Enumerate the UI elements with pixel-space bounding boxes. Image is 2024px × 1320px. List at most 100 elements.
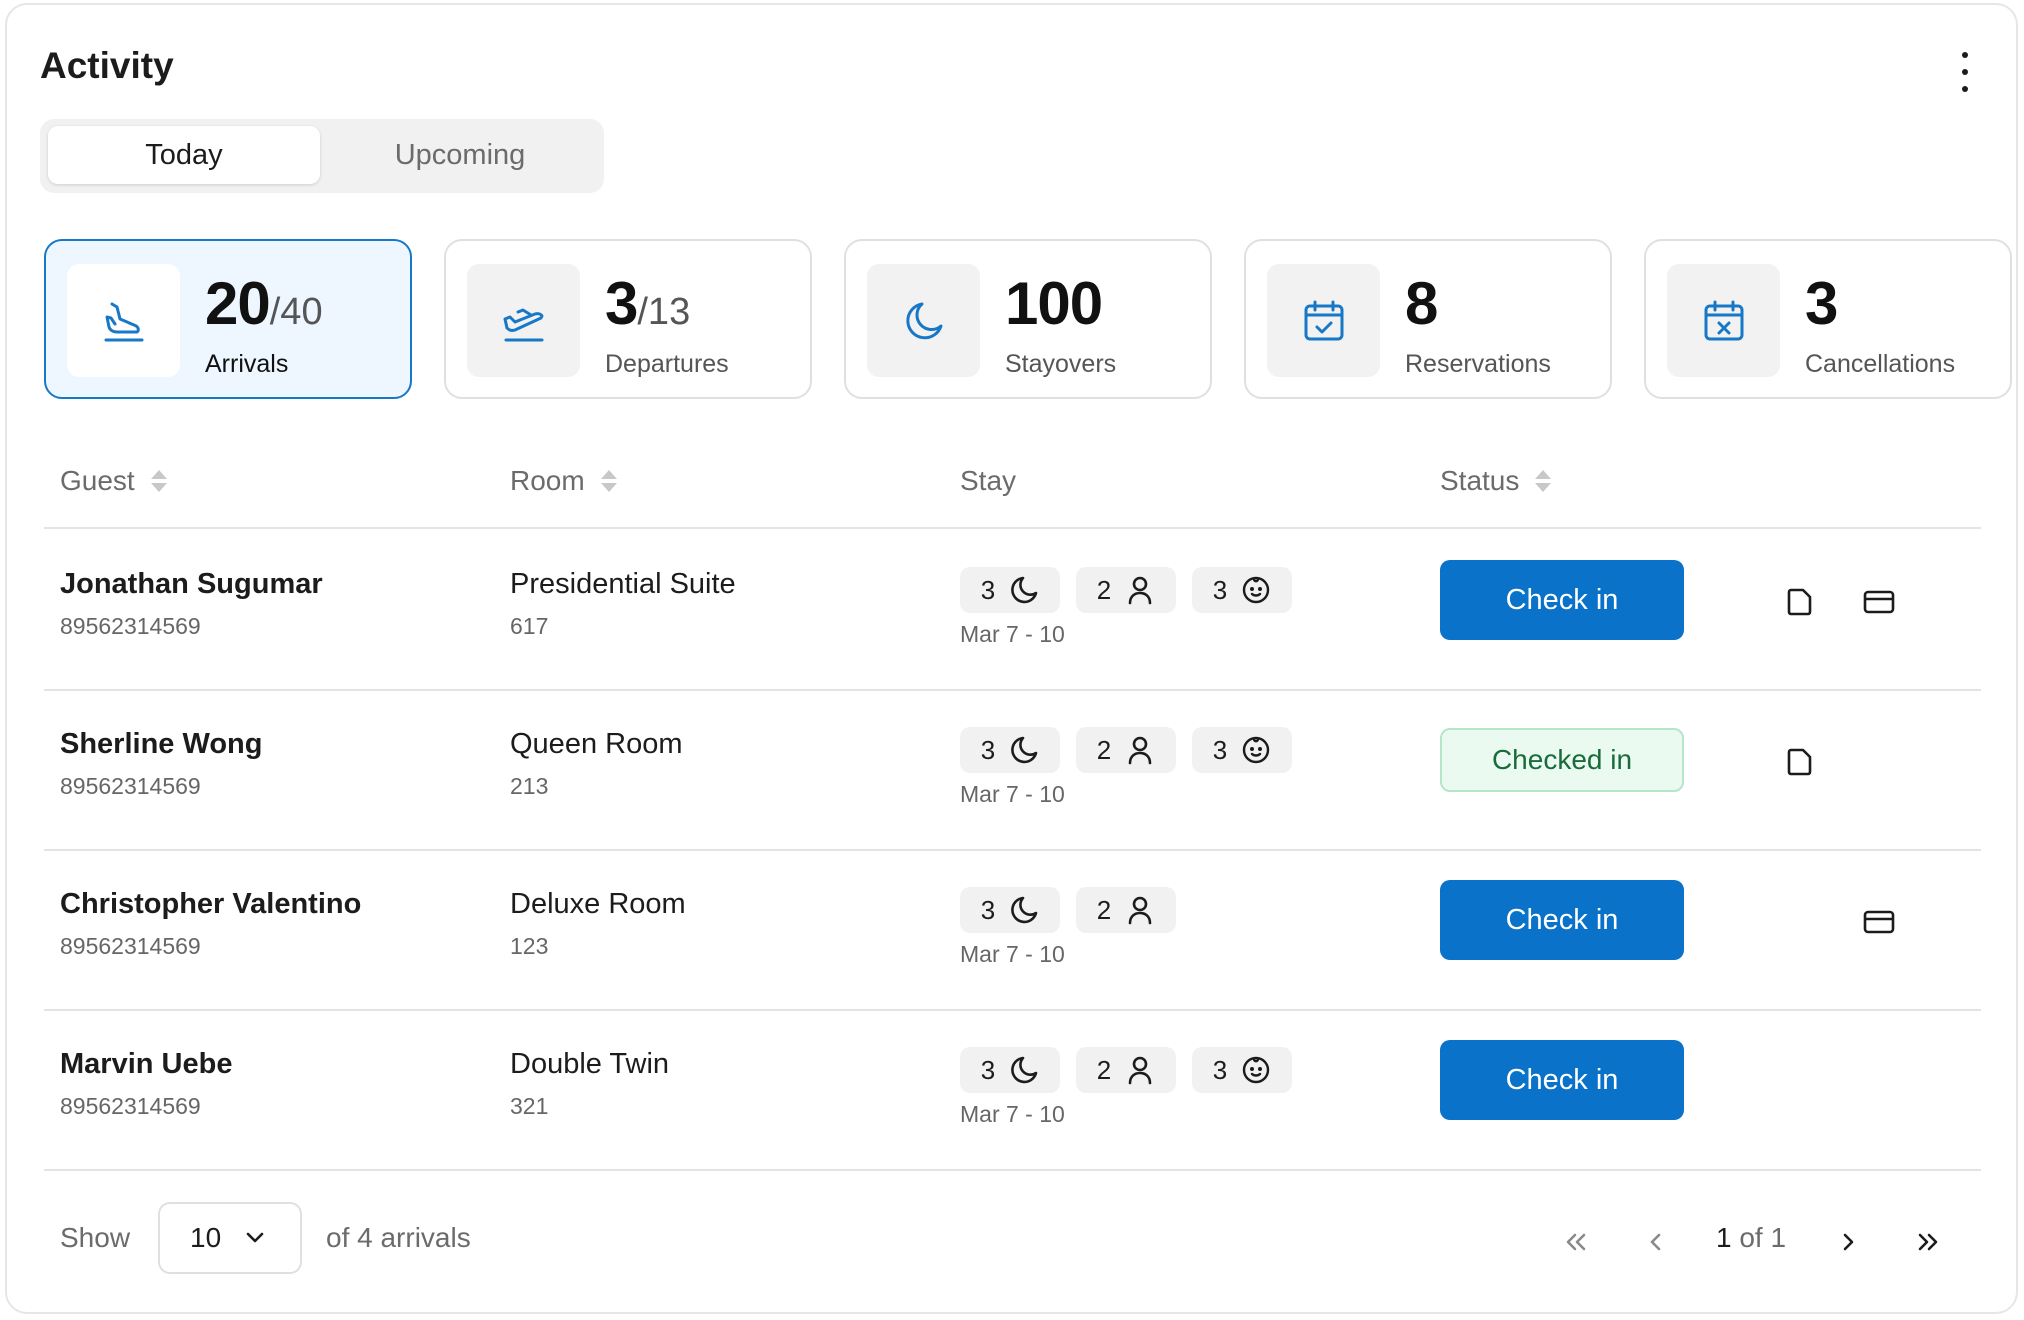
nights-chip: 3 <box>960 1047 1060 1093</box>
room-number: 213 <box>510 773 549 799</box>
stat-value: 8 <box>1405 270 1438 337</box>
stat-card-cancellations[interactable]: 3 Cancellations <box>1644 239 2012 399</box>
page-size-select[interactable]: 10 <box>158 1202 302 1274</box>
checked-in-badge: Checked in <box>1440 728 1684 792</box>
stat-card-departures[interactable]: 3/13 Departures <box>444 239 812 399</box>
check-in-button[interactable]: Check in <box>1440 880 1684 960</box>
person-icon <box>1128 736 1152 765</box>
guest-id: 89562314569 <box>60 1093 201 1119</box>
table-row: Sherline Wong 89562314569 Queen Room 213… <box>0 690 2024 850</box>
stay-dates: Mar 7 - 10 <box>960 1101 1065 1127</box>
tab-today[interactable]: Today <box>48 126 320 184</box>
stat-label: Cancellations <box>1805 350 1956 378</box>
nights-chip: 3 <box>960 887 1060 933</box>
guest-id: 89562314569 <box>60 933 201 959</box>
calendar-x-icon <box>1667 264 1780 377</box>
stat-value: 20 <box>205 270 271 337</box>
check-in-button[interactable]: Check in <box>1440 1040 1684 1120</box>
page-size-value: 10 <box>190 1222 222 1253</box>
document-icon[interactable] <box>1785 747 1815 782</box>
column-header-stay: Stay <box>960 465 1016 497</box>
baby-icon <box>1243 576 1270 604</box>
stat-card-arrivals[interactable]: 20/40 Arrivals <box>44 239 412 399</box>
kids-chip: 3 <box>1192 727 1292 773</box>
moon-icon <box>1011 736 1038 764</box>
plane-takeoff-icon <box>467 264 580 377</box>
stat-total: /40 <box>269 291 323 333</box>
current-page: 1 <box>1716 1222 1732 1253</box>
column-header-label: Status <box>1440 465 1520 496</box>
person-icon <box>1128 896 1152 925</box>
sort-icon[interactable] <box>1535 470 1552 492</box>
kids-chip: 3 <box>1192 567 1292 613</box>
adults-chip: 2 <box>1076 1047 1176 1093</box>
baby-icon <box>1243 1056 1270 1084</box>
adults-count: 2 <box>1096 1054 1112 1085</box>
table-row: Marvin Uebe 89562314569 Double Twin 321 … <box>0 1010 2024 1170</box>
nights-count: 3 <box>980 894 996 925</box>
stay-chips: 3 2 3 <box>960 727 1292 773</box>
next-page-icon[interactable] <box>1828 1222 1868 1262</box>
nights-count: 3 <box>980 734 996 765</box>
moon-icon <box>1011 896 1038 924</box>
table-row: Christopher Valentino 89562314569 Deluxe… <box>0 850 2024 1010</box>
baby-icon <box>1243 736 1270 764</box>
guest-name: Sherline Wong <box>60 728 263 760</box>
nights-count: 3 <box>980 1054 996 1085</box>
stay-dates: Mar 7 - 10 <box>960 941 1065 967</box>
last-page-icon[interactable] <box>1908 1222 1948 1262</box>
sort-icon[interactable] <box>600 470 617 492</box>
stay-chips: 3 2 <box>960 887 1176 933</box>
column-header-label: Guest <box>60 465 135 496</box>
stat-value: 100 <box>1005 270 1103 337</box>
divider <box>44 527 1981 529</box>
tab-upcoming[interactable]: Upcoming <box>324 126 596 184</box>
stay-dates: Mar 7 - 10 <box>960 621 1065 647</box>
table-row: Jonathan Sugumar 89562314569 Presidentia… <box>0 530 2024 690</box>
calendar-check-icon <box>1267 264 1380 377</box>
plane-landing-icon <box>67 264 180 377</box>
stat-total: /13 <box>637 291 691 333</box>
results-count: of 4 arrivals <box>326 1222 471 1253</box>
column-header-guest[interactable]: Guest <box>60 465 167 497</box>
stat-label: Stayovers <box>1005 350 1117 378</box>
stat-value: 3 <box>605 270 638 337</box>
adults-chip: 2 <box>1076 887 1176 933</box>
room-number: 617 <box>510 613 549 639</box>
kids-count: 3 <box>1212 1054 1228 1085</box>
page-indicator: 1 of 1 <box>1716 1222 1786 1254</box>
guest-name: Christopher Valentino <box>60 888 362 920</box>
guest-id: 89562314569 <box>60 773 201 799</box>
column-header-room[interactable]: Room <box>510 465 617 497</box>
chevron-down-icon <box>246 1232 264 1243</box>
room-name: Deluxe Room <box>510 888 686 920</box>
room-name: Double Twin <box>510 1048 670 1080</box>
kids-count: 3 <box>1212 574 1228 605</box>
stat-label: Departures <box>605 350 729 378</box>
stat-label: Reservations <box>1405 350 1551 378</box>
stat-card-stayovers[interactable]: 100 Stayovers <box>844 239 1212 399</box>
kids-chip: 3 <box>1192 1047 1292 1093</box>
nights-count: 3 <box>980 574 996 605</box>
more-options-icon[interactable] <box>1950 52 1980 92</box>
stay-chips: 3 2 3 <box>960 1047 1292 1093</box>
moon-icon <box>1011 1056 1038 1084</box>
credit-card-icon[interactable] <box>1863 910 1895 939</box>
guest-id: 89562314569 <box>60 613 201 639</box>
adults-chip: 2 <box>1076 727 1176 773</box>
kids-count: 3 <box>1212 734 1228 765</box>
check-in-button[interactable]: Check in <box>1440 560 1684 640</box>
document-icon[interactable] <box>1785 587 1815 622</box>
first-page-icon[interactable] <box>1556 1222 1596 1262</box>
guest-name: Jonathan Sugumar <box>60 568 323 600</box>
adults-count: 2 <box>1096 894 1112 925</box>
stat-card-reservations[interactable]: 8 Reservations <box>1244 239 1612 399</box>
credit-card-icon[interactable] <box>1863 590 1895 619</box>
person-icon <box>1128 1056 1152 1085</box>
nights-chip: 3 <box>960 727 1060 773</box>
page-title: Activity <box>40 45 174 86</box>
sort-icon[interactable] <box>150 470 167 492</box>
previous-page-icon[interactable] <box>1636 1222 1676 1262</box>
show-label: Show <box>60 1222 131 1253</box>
column-header-status[interactable]: Status <box>1440 465 1552 497</box>
